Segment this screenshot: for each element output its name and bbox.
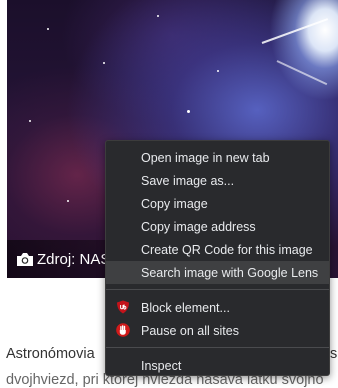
hand-stop-icon: [116, 323, 130, 337]
context-menu: Open image in new tab Save image as... C…: [105, 140, 330, 376]
menu-item-search-google-lens[interactable]: Search image with Google Lens: [106, 261, 329, 284]
caption-source-text: Zdroj: NAS: [37, 250, 111, 268]
star: [47, 28, 49, 30]
star: [217, 70, 219, 72]
menu-item-copy-image-address[interactable]: Copy image address: [106, 215, 329, 238]
star: [187, 110, 190, 113]
menu-item-save-image-as[interactable]: Save image as...: [106, 169, 329, 192]
menu-separator: [106, 289, 329, 290]
menu-item-copy-image[interactable]: Copy image: [106, 192, 329, 215]
light-streak: [276, 60, 328, 86]
star: [157, 15, 159, 17]
article-paragraph-tail: si: [330, 346, 338, 362]
ublock-origin-icon: [116, 300, 130, 314]
menu-item-create-qr-code[interactable]: Create QR Code for this image: [106, 238, 329, 261]
menu-item-label: Block element...: [141, 300, 230, 315]
menu-item-label: Pause on all sites: [141, 323, 239, 338]
article-text: Astronómovia: [6, 346, 95, 362]
menu-item-open-image-new-tab[interactable]: Open image in new tab: [106, 146, 329, 169]
star: [67, 200, 69, 202]
menu-separator: [106, 347, 329, 348]
menu-item-block-element[interactable]: Block element...: [106, 296, 329, 319]
camera-icon: [16, 252, 34, 267]
star: [103, 62, 105, 64]
light-streak: [261, 18, 329, 44]
menu-item-inspect[interactable]: Inspect: [106, 354, 329, 377]
star: [29, 120, 31, 122]
menu-item-pause-all-sites[interactable]: Pause on all sites: [106, 319, 329, 342]
article-text: si: [330, 346, 338, 362]
